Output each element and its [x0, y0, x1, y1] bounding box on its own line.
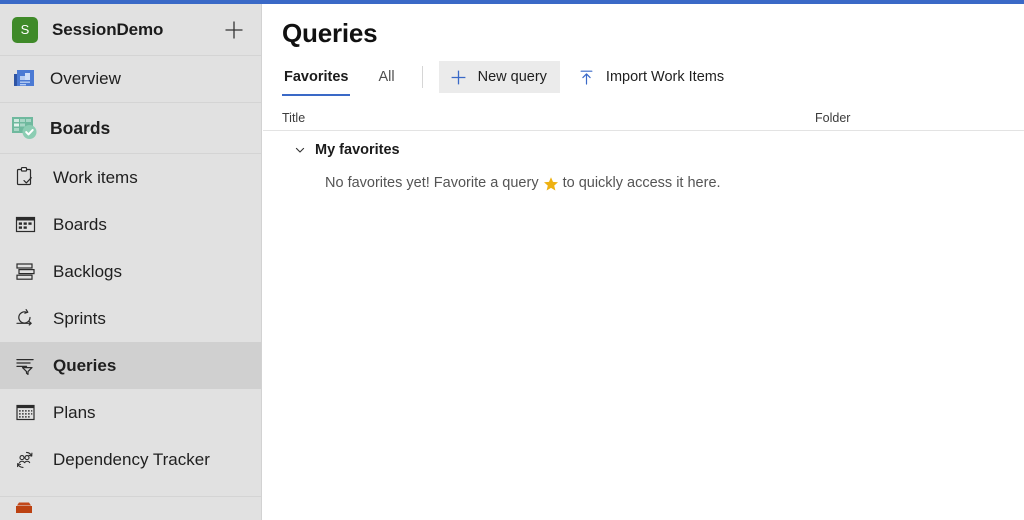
tab-all[interactable]: All [376, 61, 396, 93]
project-header[interactable]: S SessionDemo [0, 4, 261, 56]
toolbar: Favorites All New query Import Work Item… [263, 49, 1024, 96]
sidebar-item-label: Plans [53, 402, 96, 422]
empty-state-text-after: to quickly access it here. [562, 175, 721, 191]
overview-icon [10, 64, 40, 94]
sidebar-item-label: Backlogs [53, 261, 122, 281]
sidebar-item-label: Boards [53, 214, 107, 234]
empty-state-message: No favorites yet! Favorite a query to qu… [263, 169, 1024, 197]
sidebar-item-backlogs[interactable]: Backlogs [0, 248, 261, 295]
repos-icon [10, 497, 40, 513]
project-name: SessionDemo [52, 19, 164, 39]
board-grid-icon [10, 210, 40, 240]
sidebar-item-label: Dependency Tracker [53, 449, 210, 469]
tab-label: Favorites [284, 69, 349, 85]
add-project-icon[interactable] [221, 17, 247, 43]
sidebar-item-boards[interactable]: Boards [0, 201, 261, 248]
plus-icon [450, 69, 467, 86]
tab-label: All [378, 69, 395, 85]
app-window: S SessionDemo Overview Boards Work items… [0, 0, 1024, 520]
sidebar-section-boards[interactable]: Boards [0, 102, 261, 154]
chevron-down-icon[interactable] [293, 143, 307, 157]
star-icon [543, 176, 559, 192]
sidebar-item-sprints[interactable]: Sprints [0, 295, 261, 342]
empty-state-text-before: No favorites yet! Favorite a query [325, 175, 539, 191]
import-work-items-button[interactable]: Import Work Items [567, 61, 737, 93]
new-query-button[interactable]: New query [438, 61, 560, 93]
sidebar-item-overview[interactable]: Overview [0, 56, 261, 102]
new-query-label: New query [477, 69, 547, 85]
sidebar-section-label: Boards [50, 117, 111, 138]
import-work-items-label: Import Work Items [605, 69, 725, 85]
project-sidebar: S SessionDemo Overview Boards Work items… [0, 4, 262, 520]
sprint-loop-icon [10, 304, 40, 334]
sidebar-item-partial[interactable] [0, 497, 261, 520]
upload-icon [578, 69, 595, 86]
sidebar-item-queries[interactable]: Queries [0, 342, 261, 389]
queries-table-header: Title Folder [263, 101, 1024, 131]
tab-favorites[interactable]: Favorites [282, 61, 351, 96]
dependency-people-icon [10, 445, 40, 475]
group-label: My favorites [315, 142, 400, 158]
toolbar-separator [421, 66, 423, 88]
sidebar-item-label: Overview [50, 69, 121, 88]
boards-section-icon [10, 113, 40, 143]
sidebar-item-work-items[interactable]: Work items [0, 154, 261, 201]
sidebar-item-plans[interactable]: Plans [0, 389, 261, 436]
sidebar-item-label: Work items [53, 167, 138, 187]
sidebar-item-label: Queries [53, 355, 117, 375]
clipboard-check-icon [10, 163, 40, 193]
backlog-stack-icon [10, 257, 40, 287]
sidebar-item-label: Sprints [53, 308, 106, 328]
main-content: Queries Favorites All New query Import W… [263, 4, 1024, 520]
plans-calendar-icon [10, 398, 40, 428]
avatar: S [12, 16, 38, 43]
column-header-folder[interactable]: Folder [815, 111, 850, 125]
queries-filter-icon [10, 351, 40, 381]
page-title: Queries [282, 18, 378, 48]
column-header-title[interactable]: Title [282, 111, 815, 125]
avatar-initial: S [20, 22, 30, 37]
group-row-my-favorites[interactable]: My favorites [263, 131, 1024, 169]
sidebar-item-dependency-tracker[interactable]: Dependency Tracker [0, 436, 261, 483]
